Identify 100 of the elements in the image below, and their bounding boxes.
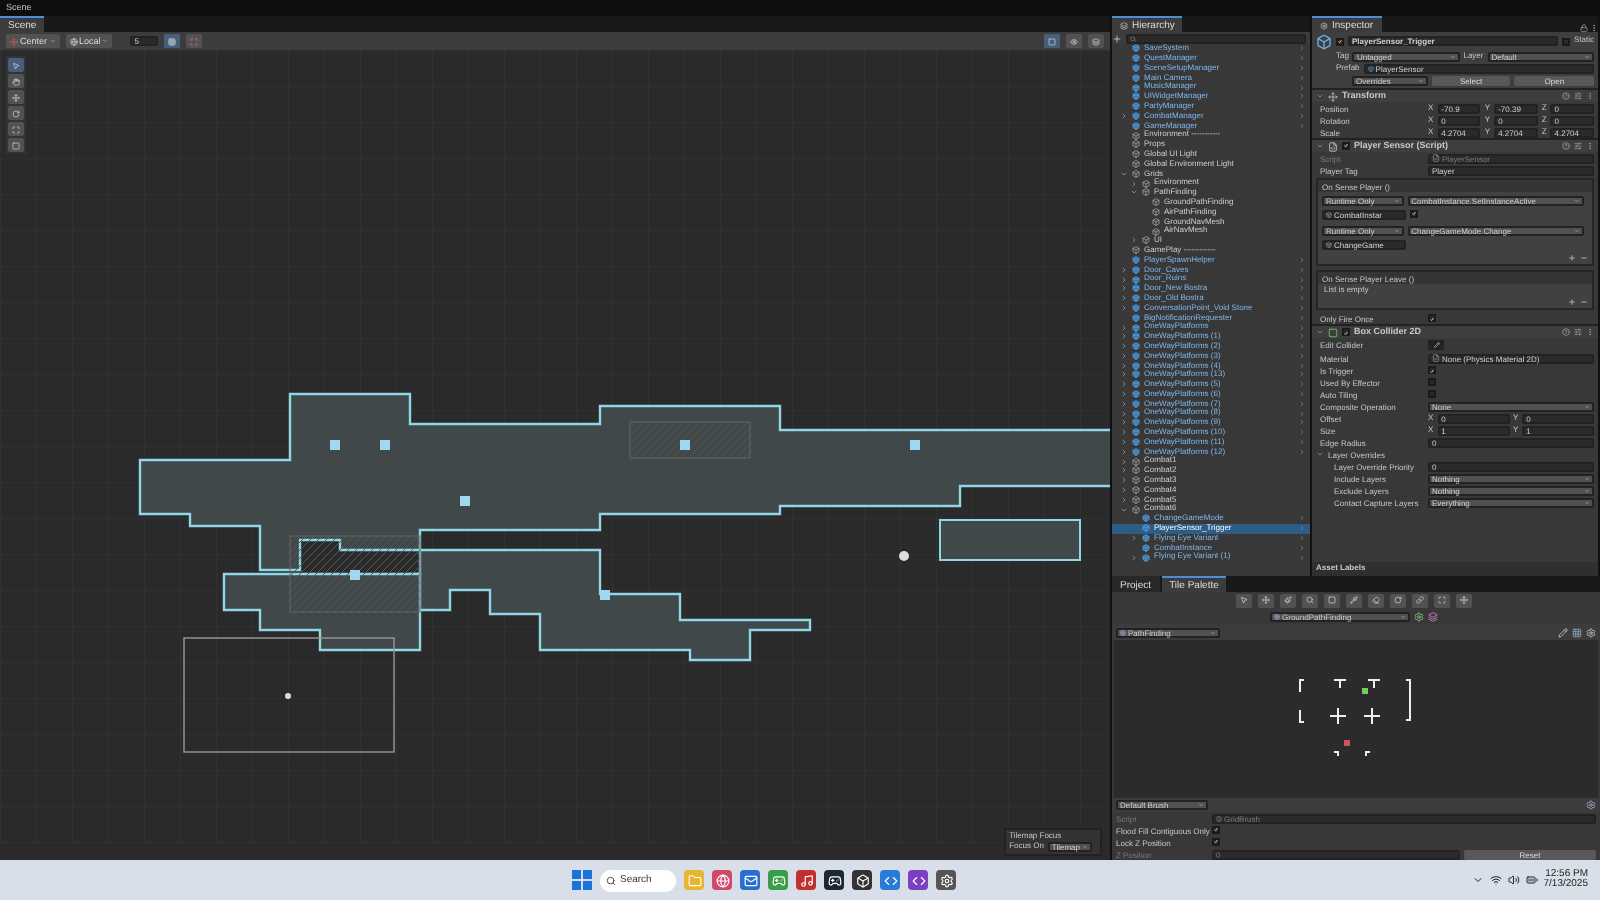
tool-button[interactable] (8, 138, 24, 152)
browser-icon[interactable] (712, 870, 732, 890)
presets-icon[interactable] (1574, 142, 1582, 150)
cube-icon[interactable] (852, 870, 872, 890)
tile-palette-canvas[interactable] (1114, 640, 1598, 798)
palette-tool-button[interactable] (1280, 593, 1296, 607)
gameobject-cube-icon (1326, 211, 1332, 217)
pivot-icon (10, 37, 18, 45)
help-icon[interactable] (1562, 142, 1570, 150)
tilemap-icon (1274, 613, 1280, 619)
tool-button[interactable] (8, 58, 24, 72)
wifi-icon[interactable] (1489, 874, 1502, 886)
search-field[interactable] (1126, 33, 1306, 43)
add-icon[interactable] (1112, 33, 1122, 43)
settings-icon[interactable] (1586, 800, 1596, 810)
settings-icon[interactable] (1414, 611, 1424, 621)
music-icon[interactable] (796, 870, 816, 890)
layers-icon (1092, 37, 1100, 45)
palette-icon (1120, 629, 1126, 635)
tool-button[interactable] (8, 122, 24, 136)
tool-icon (1416, 596, 1424, 604)
visibility-icon (1070, 37, 1078, 45)
tool-icon (1240, 596, 1248, 604)
search-icon (1130, 35, 1136, 41)
2d-toggle-button[interactable] (1044, 34, 1060, 48)
gameobject-cube-icon (1326, 241, 1332, 247)
remove-icon[interactable] (1580, 254, 1588, 262)
palette-tool-button[interactable] (1302, 593, 1318, 607)
tool-icon (1394, 596, 1402, 604)
gamepad-icon[interactable] (768, 870, 788, 890)
tool-icon (1460, 596, 1468, 604)
palette-tool-button[interactable] (1390, 593, 1406, 607)
palette-tool-button[interactable] (1434, 593, 1450, 607)
palette-tiles-drawing (1299, 679, 1411, 757)
speaker-icon[interactable] (1507, 874, 1520, 886)
checkbox[interactable] (1212, 838, 1220, 846)
edit-icon[interactable] (1558, 627, 1568, 637)
help-icon[interactable] (1562, 92, 1570, 100)
palette-tool-button[interactable] (1412, 593, 1428, 607)
tool-icon (12, 109, 20, 117)
search-icon (606, 875, 616, 885)
tool-icon (12, 77, 20, 85)
folder-icon[interactable] (684, 870, 704, 890)
tool-icon (1328, 596, 1336, 604)
tool-icon (12, 61, 20, 69)
hierarchy-icon (1120, 21, 1128, 29)
box-collider-icon (1328, 327, 1338, 338)
tool-icon (12, 93, 20, 101)
presets-icon[interactable] (1574, 328, 1582, 337)
grid-icon (168, 37, 177, 45)
add-icon[interactable] (1568, 254, 1576, 262)
tool-icon (1306, 596, 1314, 604)
palette-tool-button[interactable] (1346, 593, 1362, 607)
tool-icon (1284, 596, 1292, 604)
script-icon (1432, 154, 1440, 162)
edit-shape-icon (1433, 342, 1439, 349)
help-icon[interactable] (1562, 328, 1570, 337)
lighting-button[interactable] (1066, 34, 1082, 48)
mail-icon[interactable] (740, 870, 760, 890)
script-icon (1328, 141, 1338, 151)
palette-tool-button[interactable] (1258, 593, 1274, 607)
palette-tool-button[interactable] (1456, 593, 1472, 607)
tool-icon (12, 141, 20, 149)
script-icon (1432, 354, 1440, 363)
palette-tool-button[interactable] (1236, 593, 1252, 607)
checkbox[interactable] (1409, 210, 1418, 218)
ide-icon[interactable] (908, 870, 928, 890)
tool-icon (1350, 596, 1358, 604)
snap-toggle-button[interactable] (186, 34, 203, 48)
enabled-checkbox[interactable] (1342, 328, 1350, 337)
grid-snap-button[interactable] (164, 34, 181, 48)
active-checkbox[interactable] (1336, 37, 1344, 45)
static-checkbox[interactable] (1561, 37, 1570, 45)
prefab-cube-icon (1316, 33, 1332, 49)
add-icon[interactable] (1568, 298, 1576, 307)
tool-icon (1372, 596, 1380, 604)
start-icon[interactable] (572, 870, 592, 890)
prefab-cube-icon (1367, 65, 1374, 71)
lock-icon[interactable] (1580, 24, 1588, 32)
transform-icon (1328, 91, 1338, 101)
edit-collider-button[interactable] (1428, 340, 1444, 351)
settings-icon[interactable] (936, 870, 956, 890)
palette-tool-button[interactable] (1324, 593, 1340, 607)
code-editor-icon[interactable] (880, 870, 900, 890)
battery-icon[interactable] (1525, 874, 1538, 886)
tool-icon (1262, 596, 1270, 604)
tool-button[interactable] (8, 74, 24, 88)
tool-button[interactable] (8, 90, 24, 104)
settings-icon[interactable] (1586, 627, 1596, 637)
layers-icon[interactable] (1428, 611, 1438, 621)
view-2d-icon (1048, 37, 1056, 45)
gizmos-button[interactable] (1088, 34, 1104, 48)
checkbox[interactable] (1212, 826, 1220, 834)
enabled-checkbox[interactable] (1342, 142, 1350, 150)
tool-button[interactable] (8, 106, 24, 120)
grid-icon[interactable] (1572, 627, 1582, 637)
game-launcher-icon[interactable] (824, 870, 844, 890)
palette-tool-button[interactable] (1368, 593, 1384, 607)
tray-chevron-icon[interactable] (1471, 874, 1484, 886)
presets-icon[interactable] (1574, 92, 1582, 100)
